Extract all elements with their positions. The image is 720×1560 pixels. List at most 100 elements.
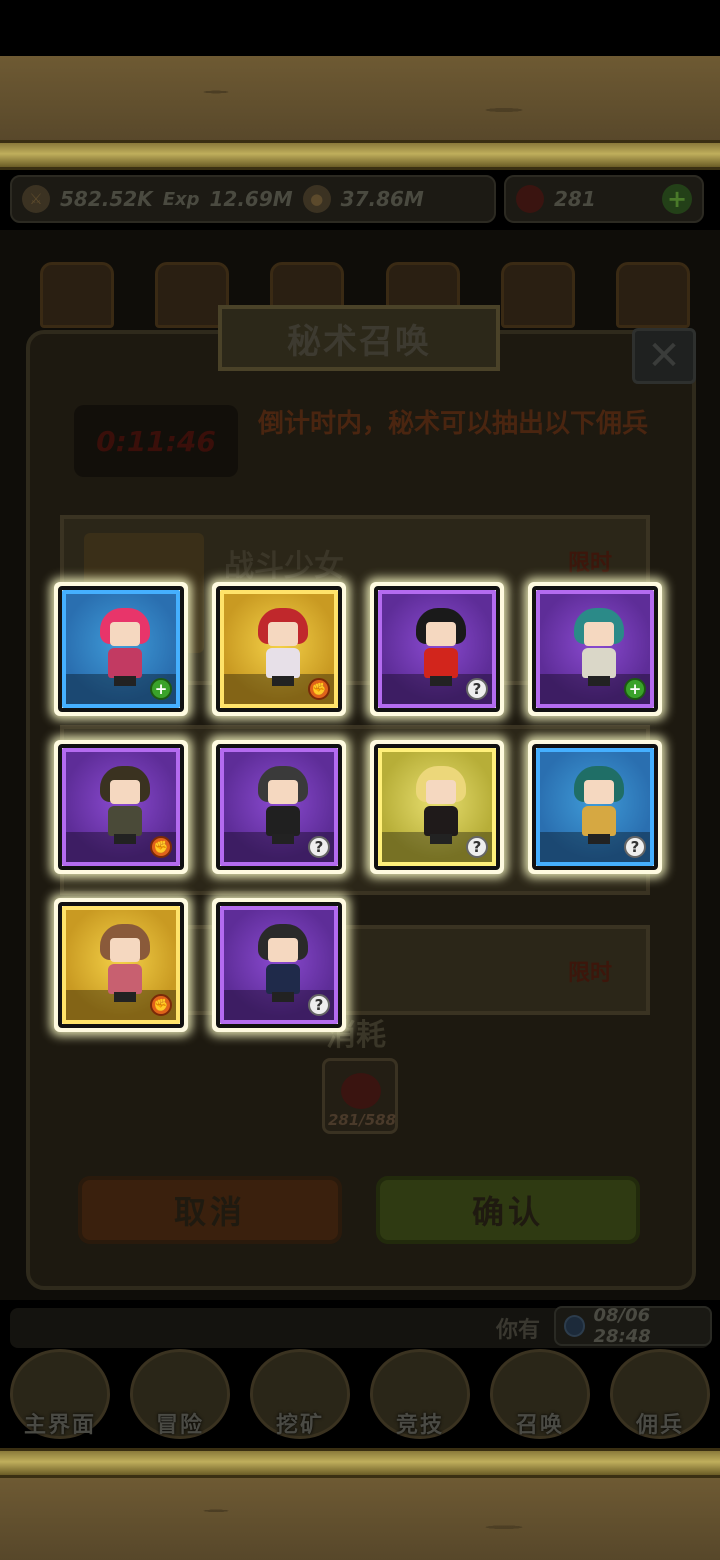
nav-summon[interactable]: 召唤 bbox=[480, 1345, 600, 1445]
gem-icon bbox=[341, 1073, 381, 1109]
add-gems-button[interactable]: + bbox=[662, 184, 692, 214]
hero-portrait: ? bbox=[216, 744, 342, 870]
gem-icon bbox=[516, 185, 544, 213]
hero-portrait: + bbox=[58, 586, 184, 712]
gold-value: 37.86M bbox=[340, 187, 424, 211]
hero-legs bbox=[272, 676, 294, 686]
tab-treasure-icon[interactable] bbox=[500, 262, 575, 328]
hero-sprite bbox=[574, 608, 624, 688]
nav-mercenary[interactable]: 佣兵 bbox=[600, 1345, 720, 1445]
gem-resource: 281 + bbox=[504, 175, 704, 223]
hero-face bbox=[110, 622, 140, 646]
question-icon: ? bbox=[308, 994, 330, 1016]
you-have-label: 你有 bbox=[496, 1318, 541, 1343]
countdown-timer: 0:11:46 bbox=[74, 405, 238, 477]
hero-portrait: ✊ bbox=[58, 902, 184, 1028]
hero-legs bbox=[430, 676, 452, 686]
consume-count: 281/588 bbox=[327, 1111, 397, 1129]
nav-label: 挖矿 bbox=[275, 1413, 324, 1438]
hero-sprite bbox=[258, 924, 308, 1004]
nav-main[interactable]: 主界面 bbox=[0, 1345, 120, 1445]
fist-icon: ✊ bbox=[150, 836, 172, 858]
hero-body bbox=[266, 964, 300, 994]
limited-tag: 限时 bbox=[567, 551, 612, 576]
hero-sprite bbox=[416, 766, 466, 846]
hero-legs bbox=[114, 676, 136, 686]
hero-body bbox=[108, 648, 142, 678]
hero-face bbox=[268, 780, 298, 804]
consume-item: 281/588 bbox=[322, 1058, 398, 1134]
close-button[interactable]: ✕ bbox=[632, 328, 696, 384]
hero-legs bbox=[430, 834, 452, 844]
hero-card[interactable]: ? bbox=[212, 898, 346, 1032]
top-rail-divider bbox=[0, 140, 720, 170]
gem-value: 281 bbox=[554, 187, 596, 211]
question-icon: ? bbox=[466, 678, 488, 700]
nav-label: 竞技 bbox=[395, 1413, 444, 1438]
hero-card[interactable]: ? bbox=[370, 582, 504, 716]
dialog-title: 秘术召唤 bbox=[218, 305, 500, 371]
hero-sprite bbox=[574, 766, 624, 846]
hero-face bbox=[268, 622, 298, 646]
question-icon: ? bbox=[308, 836, 330, 858]
hero-legs bbox=[588, 834, 610, 844]
hero-body bbox=[108, 964, 142, 994]
nav-arena[interactable]: 竞技 bbox=[360, 1345, 480, 1445]
clock-icon bbox=[564, 1315, 586, 1337]
hero-card[interactable]: + bbox=[54, 582, 188, 716]
question-icon: ? bbox=[624, 836, 646, 858]
hero-body bbox=[266, 806, 300, 836]
nav-label: 佣兵 bbox=[635, 1413, 684, 1438]
exp-icon: Exp bbox=[162, 188, 200, 210]
nav-adventure[interactable]: 冒险 bbox=[120, 1345, 240, 1445]
hero-card[interactable]: ✊ bbox=[54, 898, 188, 1032]
hero-card[interactable]: ? bbox=[370, 740, 504, 874]
hero-portrait: ? bbox=[374, 744, 500, 870]
bottom-nav: 主界面 冒险 挖矿 竞技 召唤 佣兵 bbox=[0, 1345, 720, 1445]
nav-label: 召唤 bbox=[515, 1413, 564, 1438]
hero-face bbox=[584, 780, 614, 804]
hero-face bbox=[426, 780, 456, 804]
timer-description: 倒计时内，秘术可以抽出以下佣兵 bbox=[258, 409, 649, 439]
datetime-display: 08/06 28:48 bbox=[554, 1305, 712, 1347]
nav-mining[interactable]: 挖矿 bbox=[240, 1345, 360, 1445]
plus-icon: + bbox=[150, 678, 172, 700]
hero-body bbox=[424, 648, 458, 678]
limited-tag: 限时 bbox=[567, 961, 612, 986]
bottom-rail-divider bbox=[0, 1448, 720, 1478]
hero-legs bbox=[272, 834, 294, 844]
hero-sprite bbox=[258, 766, 308, 846]
hero-body bbox=[108, 806, 142, 836]
hero-card[interactable]: ✊ bbox=[212, 582, 346, 716]
question-icon: ? bbox=[466, 836, 488, 858]
hero-portrait: ✊ bbox=[216, 586, 342, 712]
datetime-value: 08/06 28:48 bbox=[593, 1305, 651, 1347]
hero-portrait: ? bbox=[532, 744, 658, 870]
hero-face bbox=[584, 622, 614, 646]
hero-sprite bbox=[100, 766, 150, 846]
hero-card[interactable]: + bbox=[528, 582, 662, 716]
hero-body bbox=[582, 806, 616, 836]
confirm-button[interactable]: 确认 bbox=[376, 1176, 640, 1244]
cancel-button[interactable]: 取消 bbox=[78, 1176, 342, 1244]
tab-letter-icon[interactable] bbox=[615, 262, 690, 328]
hero-portrait: ✊ bbox=[58, 744, 184, 870]
plus-icon: + bbox=[624, 678, 646, 700]
hero-face bbox=[110, 938, 140, 962]
tab-equipment-icon[interactable] bbox=[40, 262, 114, 328]
hero-legs bbox=[114, 992, 136, 1002]
hero-face bbox=[426, 622, 456, 646]
hero-face bbox=[110, 780, 140, 804]
hero-legs bbox=[272, 992, 294, 1002]
hero-legs bbox=[588, 676, 610, 686]
gold-coin-icon: ● bbox=[302, 185, 331, 213]
hero-card[interactable]: ? bbox=[212, 740, 346, 874]
resource-bar: ⚔ 582.52K Exp 12.69M ● 37.86M 281 + bbox=[10, 175, 710, 225]
hero-card[interactable]: ✊ bbox=[54, 740, 188, 874]
hero-card[interactable]: ? bbox=[528, 740, 662, 874]
hero-face bbox=[268, 938, 298, 962]
hero-sprite bbox=[258, 608, 308, 688]
hero-sprite bbox=[100, 608, 150, 688]
hero-legs bbox=[114, 834, 136, 844]
hero-portrait: ? bbox=[374, 586, 500, 712]
